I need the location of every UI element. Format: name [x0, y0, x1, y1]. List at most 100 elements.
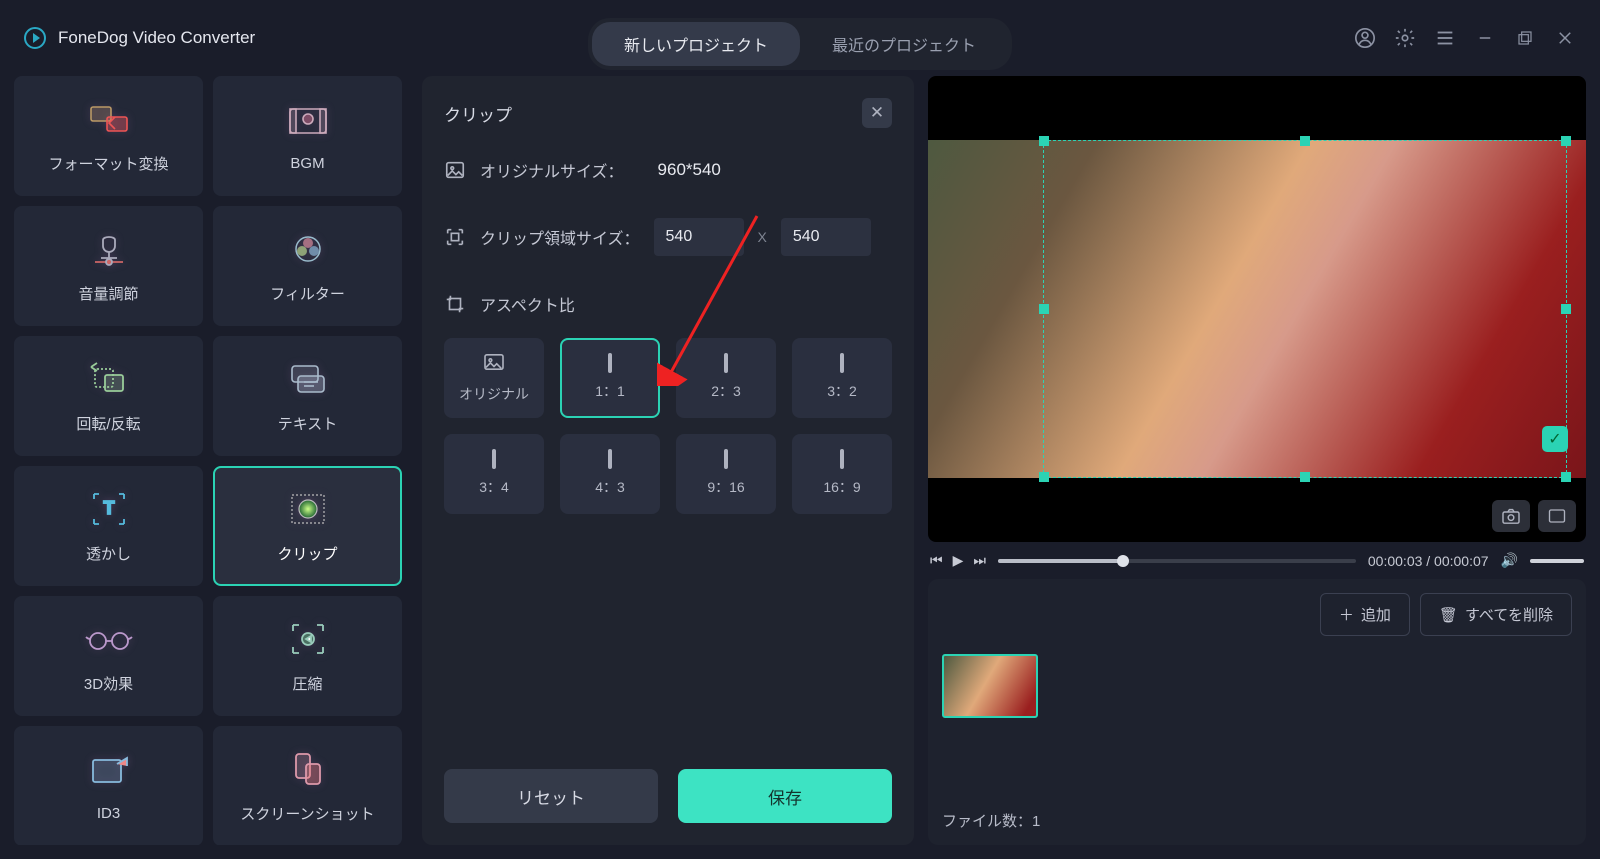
- ratio-label: オリジナル: [459, 384, 529, 404]
- tool-icon: [283, 619, 333, 659]
- tool-icon: [84, 99, 134, 139]
- tool-label: スクリーンショット: [240, 803, 374, 824]
- aspect-ratio-label: アスペクト比: [480, 292, 575, 316]
- tool-label: フィルター: [270, 283, 345, 304]
- panel-close-button[interactable]: ✕: [862, 98, 892, 128]
- tool-icon: [283, 229, 333, 269]
- tool-icon: [84, 229, 134, 269]
- plus-icon: ＋: [1339, 604, 1354, 625]
- snapshot-button[interactable]: [1492, 500, 1530, 532]
- trash-icon: 🗑: [1439, 606, 1458, 624]
- image-icon: [444, 159, 466, 181]
- tool-label: 圧縮: [292, 673, 322, 694]
- tool-icon: [283, 749, 333, 789]
- close-icon[interactable]: [1554, 27, 1576, 49]
- video-frame: [928, 140, 1586, 478]
- svg-text:T: T: [103, 498, 114, 518]
- maximize-icon[interactable]: [1514, 27, 1536, 49]
- aspect-icon: [444, 293, 466, 315]
- clip-panel: クリップ ✕ オリジナルサイズ： 960*540 クリップ領域サイズ： X アス…: [422, 76, 914, 845]
- tool-4[interactable]: 回転/反転: [14, 336, 203, 456]
- ratio-label: 9：16: [707, 477, 744, 497]
- tool-2[interactable]: 音量調節: [14, 206, 203, 326]
- clip-region-label: クリップ領域サイズ：: [480, 225, 640, 249]
- tool-9[interactable]: 圧縮: [213, 596, 402, 716]
- ratio-shape-icon: [840, 451, 844, 467]
- delete-all-button[interactable]: 🗑すべてを削除: [1420, 593, 1572, 636]
- tool-icon: [283, 101, 333, 141]
- minimize-icon[interactable]: [1474, 27, 1496, 49]
- tool-5[interactable]: テキスト: [213, 336, 402, 456]
- fullscreen-button[interactable]: [1538, 500, 1576, 532]
- volume-slider[interactable]: [1530, 559, 1584, 563]
- size-separator: X: [758, 229, 767, 245]
- tool-icon: T: [84, 489, 134, 529]
- tab-recent-project[interactable]: 最近のプロジェクト: [800, 22, 1008, 66]
- tool-icon: [283, 489, 333, 529]
- tool-icon: [84, 619, 134, 659]
- tool-10[interactable]: ID3: [14, 726, 203, 845]
- ratio-label: 16：9: [823, 477, 860, 497]
- tool-1[interactable]: BGM: [213, 76, 402, 196]
- original-size-label: オリジナルサイズ：: [480, 158, 624, 182]
- crop-height-input[interactable]: [781, 218, 871, 256]
- confirm-crop-icon[interactable]: ✓: [1542, 426, 1568, 452]
- ratio-4：3[interactable]: 4：3: [560, 434, 660, 514]
- tool-0[interactable]: フォーマット変換: [14, 76, 203, 196]
- reset-button[interactable]: リセット: [444, 769, 658, 823]
- time-display: 00:00:03 / 00:00:07: [1368, 553, 1489, 569]
- ratio-label: 3：2: [827, 381, 857, 401]
- tool-icon: [84, 751, 134, 791]
- prev-button[interactable]: ⏮: [930, 552, 943, 569]
- next-button[interactable]: ⏭: [973, 552, 986, 569]
- tool-6[interactable]: T 透かし: [14, 466, 203, 586]
- ratio-label: 1：1: [595, 381, 625, 401]
- ratio-shape-icon: [492, 451, 496, 467]
- tab-new-project[interactable]: 新しいプロジェクト: [592, 22, 800, 66]
- ratio-shape-icon: [724, 355, 728, 371]
- volume-icon[interactable]: 🔊: [1501, 552, 1518, 569]
- ratio-9：16[interactable]: 9：16: [676, 434, 776, 514]
- hamburger-icon[interactable]: [1434, 27, 1456, 49]
- play-button[interactable]: ▶: [953, 552, 964, 569]
- ratio-3：2[interactable]: 3：2: [792, 338, 892, 418]
- player-bar: ⏮ ▶ ⏭ 00:00:03 / 00:00:07 🔊: [928, 552, 1586, 569]
- ratio-1：1[interactable]: 1：1: [560, 338, 660, 418]
- tool-label: クリップ: [277, 543, 337, 564]
- tool-label: 音量調節: [78, 283, 138, 304]
- ratio-shape-icon: [608, 451, 612, 467]
- tool-sidebar: フォーマット変換 BGM 音量調節 フィルター回転/反転 テキスト T 透かし クリップ 3D効…: [14, 76, 408, 845]
- ratio-shape-icon: [840, 355, 844, 371]
- panel-title: クリップ: [444, 101, 512, 126]
- video-preview: ✓: [928, 76, 1586, 542]
- file-area: ＋追加 🗑すべてを削除 ファイル数：1: [928, 579, 1586, 845]
- gear-icon[interactable]: [1394, 27, 1416, 49]
- ratio-16：9[interactable]: 16：9: [792, 434, 892, 514]
- account-icon[interactable]: [1354, 27, 1376, 49]
- ratio-オリジナル[interactable]: オリジナル: [444, 338, 544, 418]
- tool-label: フォーマット変換: [48, 153, 168, 174]
- add-file-button[interactable]: ＋追加: [1320, 593, 1410, 636]
- save-button[interactable]: 保存: [678, 769, 892, 823]
- crop-width-input[interactable]: [654, 218, 744, 256]
- tool-11[interactable]: スクリーンショット: [213, 726, 402, 845]
- ratio-label: 3：4: [479, 477, 509, 497]
- ratio-shape-icon: [724, 451, 728, 467]
- crop-frame-icon: [444, 226, 466, 248]
- file-count: ファイル数：1: [942, 810, 1572, 831]
- tool-8[interactable]: 3D効果: [14, 596, 203, 716]
- tool-label: 回転/反転: [76, 413, 140, 434]
- ratio-2：3[interactable]: 2：3: [676, 338, 776, 418]
- tool-3[interactable]: フィルター: [213, 206, 402, 326]
- ratio-label: 4：3: [595, 477, 625, 497]
- ratio-shape-icon: [483, 353, 505, 374]
- tool-7[interactable]: クリップ: [213, 466, 402, 586]
- tool-label: 透かし: [86, 543, 131, 564]
- seek-slider[interactable]: [998, 559, 1356, 563]
- ratio-3：4[interactable]: 3：4: [444, 434, 544, 514]
- project-tabs: 新しいプロジェクト 最近のプロジェクト: [588, 18, 1012, 70]
- ratio-label: 2：3: [711, 381, 741, 401]
- tool-label: ID3: [97, 805, 120, 822]
- file-thumbnail[interactable]: [942, 654, 1038, 718]
- tool-label: BGM: [290, 155, 324, 172]
